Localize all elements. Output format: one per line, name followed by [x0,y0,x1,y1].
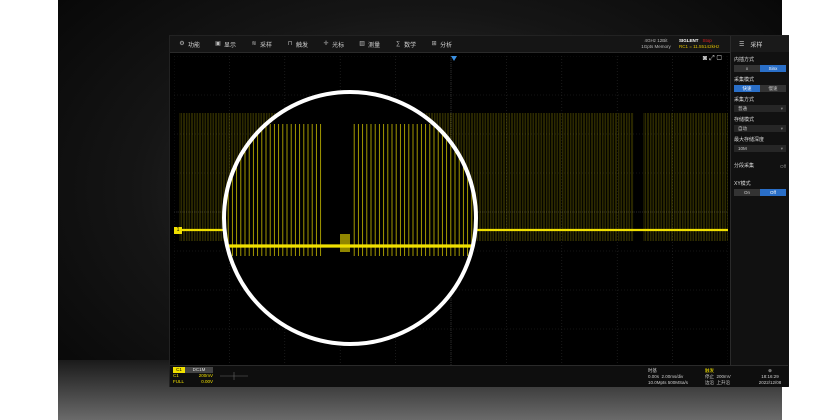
mini-ruler-icon [220,372,248,380]
menu-trigger[interactable]: ⊓ 触发 [287,40,308,49]
sample-method-label: 采集方式 [734,97,755,103]
menu-label: 采样 [260,42,273,49]
sample-method-value: 普通 [738,106,747,111]
top-menu-bar: ⚙ 功能 ▣ 显示 ≋ 采样 ⊓ 触发 ✛ 光标 ▥ 测量 ∑ 数学 ⊞ 分析 4GHz 12B… [170,36,730,53]
timebase-sample-rate: 500MSa/s [667,380,689,385]
brand-label: SIGLENT [679,38,699,43]
trigger-icon: ⊓ [287,41,293,47]
menu-utility[interactable]: ⚙ 功能 [179,40,200,49]
acq-mode-slow[interactable]: 慢速 [760,85,786,92]
trigger-level: 200mV [716,374,731,379]
trigger-position-marker[interactable] [451,56,457,61]
segmented-label: 分段采集 [734,163,755,169]
trigger-descriptor[interactable]: 触发 停止 200mV 边沿 上升沿 [705,368,731,386]
xy-option-off[interactable]: Off [760,189,786,196]
menu-cursors[interactable]: ✛ 光标 [323,40,345,49]
max-depth-select[interactable]: 10M ▾ [734,145,786,152]
menu-display[interactable]: ▣ 显示 [215,40,236,49]
menu-acquire[interactable]: ≋ 采样 [251,40,273,49]
acquire-icon: ≋ [251,41,257,47]
channel-offset-label: FULL [173,379,185,384]
sample-method-select[interactable]: 普通 ▾ [734,105,786,112]
waveform-canvas [174,56,728,368]
trigger-slope: 上升沿 [716,380,731,385]
channel-1-descriptor[interactable]: C1 DC1M C1 200mV FULL 0.00V [173,367,213,386]
trigger-mode: 停止 [705,374,714,379]
menu-label: 光标 [332,42,345,49]
status-area: 4GHz 12Bit 1Gpts Memory SIGLENT Stop RC1 … [635,37,727,51]
chevron-down-icon: ▾ [780,126,783,131]
timebase-scale: 2.00ms/div [661,374,684,379]
chevron-down-icon: ▾ [780,106,783,111]
bottom-info-bar: C1 DC1M C1 200mV FULL 0.00V 时基 0.00s 2.00ms… [170,365,788,387]
spec-info: 4GHz 12Bit 1Gpts Memory [635,38,677,49]
max-depth-label: 最大存储深度 [734,137,765,143]
channel-1-offset-marker[interactable]: 1 [174,227,182,234]
segmented-value: Off [780,164,786,169]
trigger-type: 边沿 [705,380,714,385]
acq-mode-label: 采集模式 [734,77,755,83]
menu-label: 显示 [224,42,237,49]
menu-math[interactable]: ∑ 数学 [395,40,416,49]
run-status: SIGLENT Stop RC1 = 11.55142kHz [679,38,727,49]
display-icon: ▣ [215,41,221,47]
menu-measure[interactable]: ▥ 测量 [359,40,380,49]
xy-option-on[interactable]: On [734,189,760,196]
cursor-icon: ✛ [323,41,329,47]
interp-label: 内插方式 [734,57,755,63]
menu-label: 功能 [188,42,201,49]
magnified-trigger-point [340,234,350,252]
menu-label: 数学 [404,42,417,49]
fullscreen-icon[interactable]: ▢ [717,55,724,62]
gear-icon: ⚙ [179,41,185,47]
clock-display: ⊕ 18:16:29 2022/12/08 [753,368,787,386]
trigger-frequency: RC1 = 11.55142kHz [679,43,720,49]
acquire-panel: ☰ 采样 内插方式 x Sinx 采集模式 快速 慢速 采集方式 普通 ▾ 存储模… [730,36,789,386]
menu-label: 测量 [368,42,381,49]
timebase-descriptor[interactable]: 时基 0.00s 2.00ms/div 10.0Mpts 500MSa/s [648,368,688,386]
product-stage: ⚙ 功能 ▣ 显示 ≋ 采样 ⊓ 触发 ✛ 光标 ▥ 测量 ∑ 数学 ⊞ 分析 4GHz 12B… [58,0,789,420]
timebase-memory: 10.0Mpts [648,380,667,385]
max-depth-value: 10M [738,146,747,151]
clock-date: 2022/12/08 [758,380,782,385]
chevron-down-icon: ▾ [780,146,783,151]
menu-icon[interactable]: ☰ [739,41,744,48]
panel-title: 采样 [750,42,763,49]
menu-label: 分析 [440,42,453,49]
xy-mode-label: XY模式 [734,181,751,187]
segmented-row[interactable]: 分段采集 Off [734,163,786,170]
storage-mode-label: 存储模式 [734,117,755,123]
spec-line: 1Gpts Memory [641,43,671,49]
run-state-badge: Stop [702,38,712,43]
math-icon: ∑ [395,41,401,47]
interp-toggle[interactable]: x Sinx [734,65,786,72]
waveform-grid[interactable]: 1 ◙⤢▢ [174,55,728,368]
interp-option-sinx[interactable]: Sinx [760,65,786,72]
analysis-icon: ⊞ [431,41,437,47]
storage-mode-value: 自动 [738,126,747,131]
menu-analysis[interactable]: ⊞ 分析 [431,40,453,49]
grid-toolbar: ◙⤢▢ [703,55,724,63]
storage-mode-select[interactable]: 自动 ▾ [734,125,786,132]
interp-option-x[interactable]: x [734,65,760,72]
channel-offset-value: 0.00V [201,379,213,384]
zoom-icon[interactable]: ⤢ [709,55,717,62]
measure-icon: ▥ [359,41,365,47]
xy-mode-toggle[interactable]: On Off [734,189,786,196]
oscilloscope-screen: ⚙ 功能 ▣ 显示 ≋ 采样 ⊓ 触发 ✛ 光标 ▥ 测量 ∑ 数学 ⊞ 分析 4GHz 12B… [169,35,789,387]
panel-header: ☰ 采样 [731,36,789,52]
acq-mode-toggle[interactable]: 快速 慢速 [734,85,786,92]
menu-label: 触发 [296,42,309,49]
acq-mode-fast[interactable]: 快速 [734,85,760,92]
timebase-delay: 0.00s [648,374,660,379]
